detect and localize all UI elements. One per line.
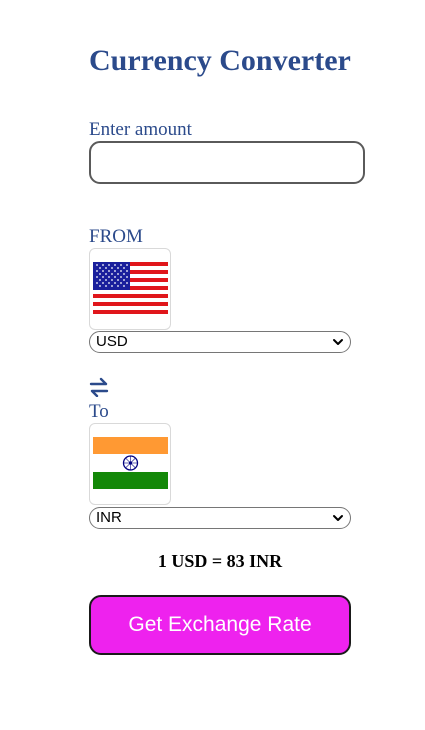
exchange-rate-result: 1 USD = 83 INR xyxy=(157,551,283,571)
get-exchange-rate-button[interactable]: Get Exchange Rate xyxy=(89,595,351,655)
to-flag-box xyxy=(89,423,171,505)
from-currency-value: USD xyxy=(96,333,128,350)
from-flag-box xyxy=(89,248,171,330)
amount-label: Enter amount xyxy=(89,119,192,140)
chevron-down-icon xyxy=(333,339,343,345)
from-label: FROM xyxy=(89,226,143,247)
chevron-down-icon xyxy=(333,515,343,521)
to-label: To xyxy=(89,401,109,422)
india-flag-icon xyxy=(93,437,168,489)
from-currency-select[interactable]: USD xyxy=(89,331,351,353)
us-flag-icon xyxy=(93,262,168,314)
amount-input[interactable] xyxy=(89,141,365,184)
to-currency-value: INR xyxy=(96,509,122,526)
to-currency-select[interactable]: INR xyxy=(89,507,351,529)
page-title: Currency Converter xyxy=(89,44,351,77)
swap-arrows-icon[interactable] xyxy=(89,377,109,397)
